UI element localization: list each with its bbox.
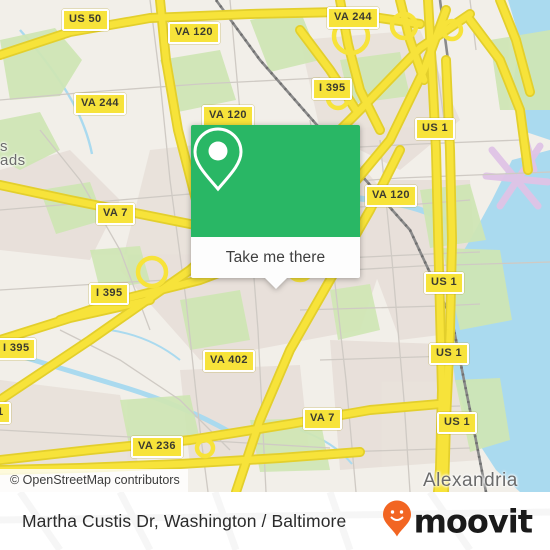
footer-bar: Martha Custis Dr, Washington / Baltimore… [0,492,550,550]
road-shield-va-120-c[interactable]: VA 120 [365,185,417,207]
moovit-pin-smiley-icon [382,500,412,543]
moovit-wordmark: moovit [413,502,533,540]
map-canvas[interactable]: Alexandria s ads US 50 VA 120 VA 244 VA … [0,0,550,492]
place-label-alexandria: Alexandria [423,470,518,491]
road-shield-edge-1[interactable]: 1 [0,402,11,424]
popup-image-area [191,125,360,237]
destination-popup-card[interactable]: Take me there [191,125,360,289]
popup-action-bar[interactable]: Take me there [191,237,360,289]
road-shield-va-120-a[interactable]: VA 120 [168,22,220,44]
road-shield-us-50[interactable]: US 50 [62,9,109,31]
road-shield-us-1-c[interactable]: US 1 [429,343,470,365]
moovit-map-screenshot: Alexandria s ads US 50 VA 120 VA 244 VA … [0,0,550,550]
road-shield-us-1-d[interactable]: US 1 [437,412,478,434]
road-shield-va-120-b[interactable]: VA 120 [202,105,254,127]
road-shield-va-7-a[interactable]: VA 7 [96,203,135,225]
road-shield-va-236[interactable]: VA 236 [131,436,183,458]
road-shield-va-244-b[interactable]: VA 244 [74,93,126,115]
road-shield-us-1-a[interactable]: US 1 [415,118,456,140]
road-shield-va-244-a[interactable]: VA 244 [327,7,379,29]
place-label-partial-2: ads [0,152,26,169]
road-shield-va-402[interactable]: VA 402 [203,350,255,372]
take-me-there-label: Take me there [225,248,326,266]
moovit-brand[interactable]: moovit [382,500,533,543]
location-title: Martha Custis Dr, Washington / Baltimore [22,510,347,531]
road-shield-i-395-a[interactable]: I 395 [312,78,353,100]
road-shield-i-395-c[interactable]: I 395 [0,338,37,360]
osm-attribution[interactable]: © OpenStreetMap contributors [0,469,188,492]
road-shield-i-395-b[interactable]: I 395 [89,283,130,305]
road-shield-us-1-b[interactable]: US 1 [424,272,465,294]
road-shield-va-7-b[interactable]: VA 7 [303,408,342,430]
popup-tail-pointer [264,278,287,289]
